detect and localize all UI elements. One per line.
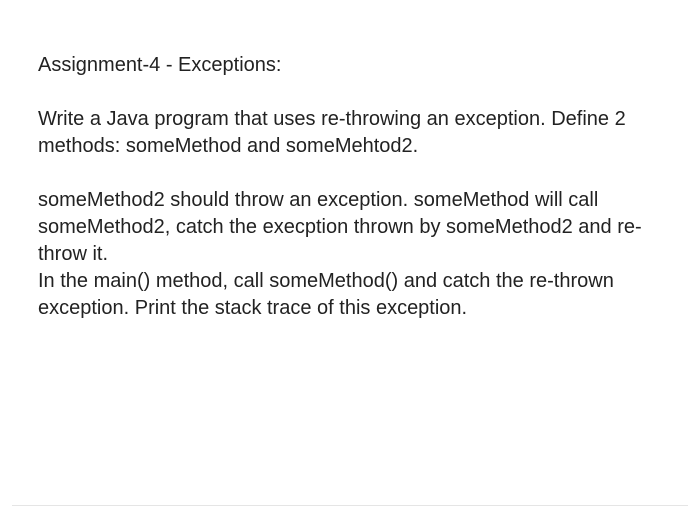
assignment-paragraph-1: Write a Java program that uses re-throwi… [38,106,662,160]
horizontal-rule [12,505,688,506]
assignment-paragraph-2: someMethod2 should throw an exception. s… [38,187,662,322]
assignment-title: Assignment-4 - Exceptions: [38,52,662,79]
assignment-document: Assignment-4 - Exceptions: Write a Java … [38,52,662,322]
